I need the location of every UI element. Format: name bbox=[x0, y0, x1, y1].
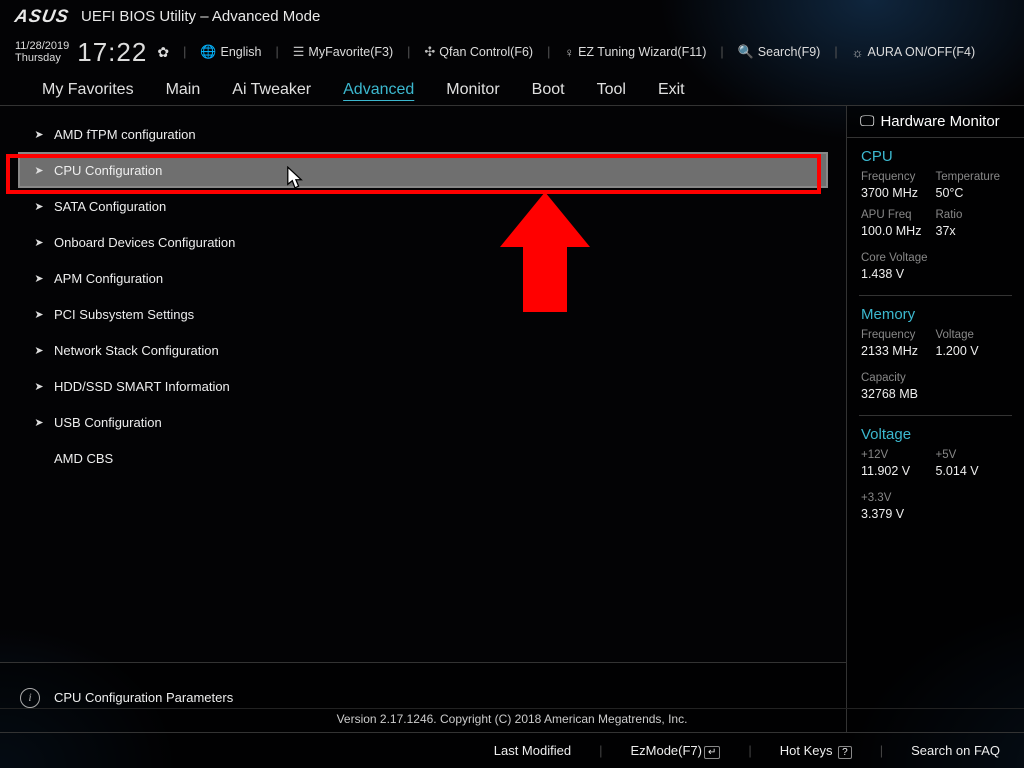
hw-cpu-temp: 50°C bbox=[936, 186, 1011, 206]
list-item-label: HDD/SSD SMART Information bbox=[54, 379, 230, 394]
title-bar: ASUS UEFI BIOS Utility – Advanced Mode bbox=[0, 0, 1024, 32]
hw-label: Temperature bbox=[936, 171, 1011, 183]
hw-voltage-title: Voltage bbox=[847, 416, 1024, 449]
footer-bar: Last Modified | EzMode(F7)↵ | Hot Keys ?… bbox=[0, 732, 1024, 768]
hw-label: Ratio bbox=[936, 209, 1011, 221]
info-strip: 11/28/2019 Thursday 17:22 ✿ | 🌐English |… bbox=[0, 32, 1024, 72]
gear-icon[interactable]: ✿ bbox=[157, 44, 169, 61]
hw-label: Core Voltage bbox=[861, 252, 1010, 264]
monitor-icon: 🖵 bbox=[860, 113, 874, 130]
help-icon: ? bbox=[838, 746, 852, 759]
info-icon: i bbox=[20, 688, 40, 708]
chevron-right-icon: ➤ bbox=[34, 200, 44, 213]
tab-boot[interactable]: Boot bbox=[530, 75, 567, 105]
list-item-label: PCI Subsystem Settings bbox=[54, 307, 194, 322]
list-item[interactable]: AMD CBS bbox=[18, 440, 828, 476]
hw-volt-12: 11.902 V bbox=[861, 464, 936, 484]
search-button[interactable]: 🔍Search(F9) bbox=[738, 44, 821, 60]
aura-icon: ☼ bbox=[852, 45, 864, 60]
hw-monitor-title: 🖵 Hardware Monitor bbox=[847, 106, 1024, 138]
ezmode-button[interactable]: EzMode(F7)↵ bbox=[630, 743, 720, 758]
date-value: 11/28/2019 bbox=[15, 40, 69, 52]
myfavorite-button[interactable]: ☰MyFavorite(F3) bbox=[293, 44, 393, 60]
hw-volt-33: 3.379 V bbox=[861, 507, 1010, 527]
main-panel: ➤ AMD fTPM configuration ➤ CPU Configuratio… bbox=[0, 106, 846, 732]
hw-mem-volt: 1.200 V bbox=[936, 344, 1011, 364]
list-item[interactable]: ➤ CPU Configuration bbox=[18, 152, 828, 188]
list-item[interactable]: ➤ Network Stack Configuration bbox=[18, 332, 828, 368]
chevron-right-icon: ➤ bbox=[34, 128, 44, 141]
list-item-label: AMD CBS bbox=[54, 451, 113, 466]
hw-label: Frequency bbox=[861, 329, 936, 341]
list-item[interactable]: ➤ USB Configuration bbox=[18, 404, 828, 440]
brand-logo: ASUS bbox=[13, 6, 71, 27]
settings-list: ➤ AMD fTPM configuration ➤ CPU Configuratio… bbox=[0, 106, 846, 662]
help-text: CPU Configuration Parameters bbox=[54, 690, 233, 705]
list-item-label: AMD fTPM configuration bbox=[54, 127, 196, 142]
chevron-right-icon: ➤ bbox=[34, 344, 44, 357]
datetime: 11/28/2019 Thursday 17:22 ✿ bbox=[15, 37, 169, 68]
list-item-label: SATA Configuration bbox=[54, 199, 166, 214]
list-item[interactable]: ➤ AMD fTPM configuration bbox=[18, 116, 828, 152]
qfan-button[interactable]: ✣Qfan Control(F6) bbox=[424, 44, 533, 60]
tab-advanced[interactable]: Advanced bbox=[341, 75, 416, 105]
list-item-label: USB Configuration bbox=[54, 415, 162, 430]
fan-icon: ✣ bbox=[424, 44, 435, 60]
main-tabs: My Favorites Main Ai Tweaker Advanced Mo… bbox=[0, 72, 1024, 106]
list-item-label: Onboard Devices Configuration bbox=[54, 235, 235, 250]
hw-label: Capacity bbox=[861, 372, 1010, 384]
day-value: Thursday bbox=[15, 52, 69, 64]
faq-button[interactable]: Search on FAQ bbox=[911, 743, 1000, 758]
tab-tool[interactable]: Tool bbox=[595, 75, 628, 105]
hw-cpu-title: CPU bbox=[847, 138, 1024, 171]
search-icon: 🔍 bbox=[738, 44, 754, 60]
last-modified-button[interactable]: Last Modified bbox=[494, 743, 571, 758]
clock: 17:22 bbox=[77, 37, 147, 68]
hw-label: +3.3V bbox=[861, 492, 1010, 504]
list-item-label: Network Stack Configuration bbox=[54, 343, 219, 358]
hotkeys-button[interactable]: Hot Keys ? bbox=[780, 743, 852, 758]
hw-label: +5V bbox=[936, 449, 1011, 461]
hw-label: Voltage bbox=[936, 329, 1011, 341]
star-icon: ☰ bbox=[293, 44, 305, 60]
list-item-label: CPU Configuration bbox=[54, 163, 162, 178]
list-item[interactable]: ➤ APM Configuration bbox=[18, 260, 828, 296]
chevron-right-icon: ➤ bbox=[34, 164, 44, 177]
hw-cpu-corev: 1.438 V bbox=[861, 267, 1010, 287]
hw-volt-5: 5.014 V bbox=[936, 464, 1011, 484]
chevron-right-icon: ➤ bbox=[34, 308, 44, 321]
hw-cpu-ratio: 37x bbox=[936, 224, 1011, 244]
hw-label: Frequency bbox=[861, 171, 936, 183]
swap-icon: ↵ bbox=[704, 746, 720, 759]
tab-exit[interactable]: Exit bbox=[656, 75, 687, 105]
tab-monitor[interactable]: Monitor bbox=[444, 75, 501, 105]
hw-cpu-apufreq: 100.0 MHz bbox=[861, 224, 936, 244]
hw-cpu-freq: 3700 MHz bbox=[861, 186, 936, 206]
hardware-monitor-panel: 🖵 Hardware Monitor CPU Frequency Tempera… bbox=[846, 106, 1024, 732]
globe-icon: 🌐 bbox=[200, 44, 216, 60]
aura-button[interactable]: ☼AURA ON/OFF(F4) bbox=[852, 45, 976, 60]
hw-mem-freq: 2133 MHz bbox=[861, 344, 936, 364]
bulb-icon: ♀ bbox=[564, 45, 574, 60]
list-item[interactable]: ➤ PCI Subsystem Settings bbox=[18, 296, 828, 332]
hw-label: APU Freq bbox=[861, 209, 936, 221]
chevron-right-icon: ➤ bbox=[34, 236, 44, 249]
chevron-right-icon: ➤ bbox=[34, 272, 44, 285]
hw-memory-title: Memory bbox=[847, 296, 1024, 329]
eztuning-button[interactable]: ♀EZ Tuning Wizard(F11) bbox=[564, 45, 706, 60]
tab-aitweaker[interactable]: Ai Tweaker bbox=[230, 75, 313, 105]
language-button[interactable]: 🌐English bbox=[200, 44, 261, 60]
list-item[interactable]: ➤ Onboard Devices Configuration bbox=[18, 224, 828, 260]
list-item[interactable]: ➤ SATA Configuration bbox=[18, 188, 828, 224]
list-item-label: APM Configuration bbox=[54, 271, 163, 286]
window-title: UEFI BIOS Utility – Advanced Mode bbox=[81, 8, 320, 25]
tab-myfavorites[interactable]: My Favorites bbox=[40, 75, 136, 105]
hw-label: +12V bbox=[861, 449, 936, 461]
hw-mem-cap: 32768 MB bbox=[861, 387, 1010, 407]
tab-main[interactable]: Main bbox=[164, 75, 203, 105]
chevron-right-icon: ➤ bbox=[34, 416, 44, 429]
version-text: Version 2.17.1246. Copyright (C) 2018 Am… bbox=[0, 708, 1024, 728]
list-item[interactable]: ➤ HDD/SSD SMART Information bbox=[18, 368, 828, 404]
chevron-right-icon: ➤ bbox=[34, 380, 44, 393]
